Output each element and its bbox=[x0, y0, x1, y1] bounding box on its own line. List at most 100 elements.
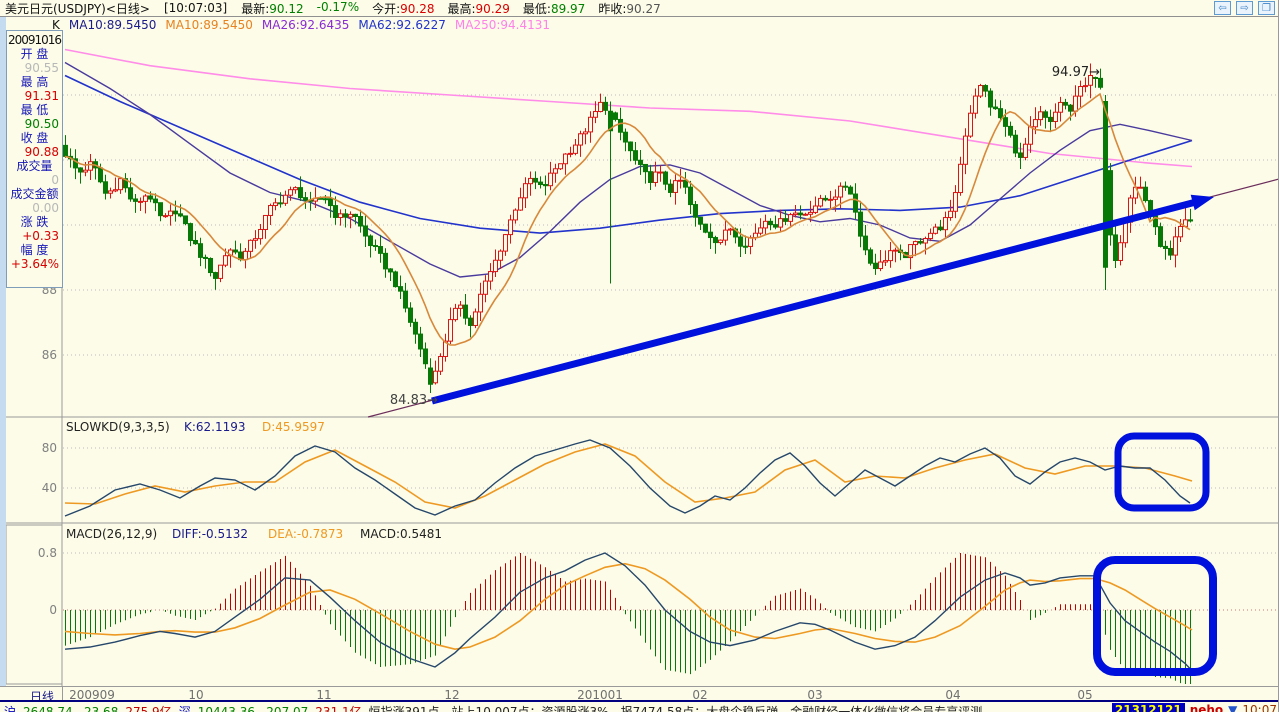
info-row-value: 90.88 bbox=[24, 145, 59, 159]
candle-up bbox=[268, 205, 273, 216]
kd-axis-label: 80 bbox=[42, 441, 57, 455]
candle-down bbox=[368, 235, 373, 247]
restore-window-button[interactable]: ❐ bbox=[1258, 1, 1275, 15]
candle-down bbox=[298, 187, 303, 199]
candle-down bbox=[303, 197, 308, 201]
candle-down bbox=[738, 236, 743, 247]
candle-down bbox=[203, 256, 208, 259]
ohlc-rows: 开 盘 90.55 最 高 91.31 最 低 90.50 收 盘 90.88 成交量 0 成交金额… bbox=[7, 47, 62, 271]
candle-down bbox=[343, 213, 348, 218]
phone-badge: 21312121 bbox=[1111, 703, 1185, 712]
funnel-icon[interactable]: ▼ bbox=[1228, 703, 1237, 712]
candle-up bbox=[523, 183, 528, 199]
info-row-label: 成交量 bbox=[16, 159, 53, 173]
candle-up bbox=[438, 356, 443, 372]
candle-up bbox=[883, 260, 888, 263]
macd-diff-value: DIFF:-0.5132 bbox=[172, 527, 248, 541]
restore-window-icon: ❐ bbox=[1262, 3, 1271, 14]
info-row-value: 90.55 bbox=[24, 61, 59, 75]
candle-up bbox=[943, 217, 948, 231]
candle-up bbox=[878, 261, 883, 270]
candle-up bbox=[493, 259, 498, 273]
candle-down bbox=[408, 307, 413, 323]
candle-up bbox=[473, 311, 478, 326]
candle-down bbox=[1103, 101, 1108, 268]
candle-up bbox=[448, 319, 453, 342]
slowkd-d-value: D:45.9597 bbox=[262, 420, 325, 434]
candle-up bbox=[563, 153, 568, 165]
info-row-value: 91.31 bbox=[24, 89, 59, 103]
candle-down bbox=[873, 262, 878, 270]
info-row-value: 0 bbox=[51, 173, 59, 187]
candle-down bbox=[983, 85, 988, 92]
macd-axis-label: 0 bbox=[49, 603, 57, 617]
candle-down bbox=[468, 317, 473, 326]
candle-up bbox=[508, 219, 513, 236]
candle-down bbox=[863, 235, 868, 251]
candle-up bbox=[833, 196, 838, 200]
info-row-label: 最 高 bbox=[20, 75, 49, 89]
candle-up bbox=[588, 116, 593, 133]
macd-name: MACD(26,12,9) bbox=[66, 527, 157, 541]
candle-up bbox=[253, 238, 258, 241]
brand-logo: neho bbox=[1189, 703, 1224, 712]
candle-up bbox=[723, 229, 728, 241]
candle-down bbox=[1008, 125, 1013, 136]
candle-down bbox=[213, 272, 218, 279]
candle-down bbox=[688, 186, 693, 206]
ticker-segment: 深 bbox=[178, 705, 191, 712]
prev-chart-button[interactable]: ⇦ bbox=[1214, 1, 1231, 15]
candle-up bbox=[83, 169, 88, 173]
slowkd-name: SLOWKD(9,3,3,5) bbox=[66, 420, 170, 434]
ma-legend-item: MA250:94.4131 bbox=[454, 18, 551, 32]
candle-up bbox=[548, 172, 553, 187]
candle-down bbox=[853, 193, 858, 213]
candle-up bbox=[138, 200, 143, 203]
candle-up bbox=[1078, 86, 1083, 97]
candle-down bbox=[1158, 226, 1163, 247]
candle-up bbox=[593, 111, 598, 118]
candle-up bbox=[748, 237, 753, 247]
next-chart-button[interactable]: ⇨ bbox=[1236, 1, 1253, 15]
candle-up bbox=[978, 85, 983, 97]
slowkd-k-value: K:62.1193 bbox=[184, 420, 246, 434]
ticker-segment: 恒指涨391点，站上10,007点；资源股涨3%，报7474.58点；大盘企稳反… bbox=[368, 705, 983, 712]
candle-down bbox=[743, 245, 748, 248]
candle-up bbox=[498, 250, 503, 261]
candle-down bbox=[98, 167, 103, 183]
candle-up bbox=[678, 179, 683, 182]
candle-up bbox=[913, 241, 918, 246]
candle-down bbox=[183, 215, 188, 225]
candle-down bbox=[858, 211, 863, 237]
candle-down bbox=[628, 141, 633, 152]
candle-down bbox=[613, 112, 618, 120]
candle-down bbox=[333, 205, 338, 218]
candle-down bbox=[1013, 134, 1018, 154]
candle-up bbox=[1118, 242, 1123, 261]
candle-down bbox=[198, 243, 203, 258]
candle-down bbox=[323, 198, 328, 201]
ma-legend-item: MA10:89.5450 bbox=[165, 18, 253, 32]
candle-up bbox=[113, 189, 118, 192]
ma-legend-item: MA26:92.6435 bbox=[261, 18, 350, 32]
candle-up bbox=[1033, 119, 1038, 128]
candle-up bbox=[513, 209, 518, 221]
candle-up bbox=[223, 255, 228, 266]
candle-down bbox=[153, 198, 158, 204]
candle-down bbox=[643, 163, 648, 173]
candle-down bbox=[703, 223, 708, 233]
candle-up bbox=[453, 307, 458, 321]
selected-date: 20091016 bbox=[7, 33, 62, 47]
info-row-label: 开 盘 bbox=[20, 47, 49, 61]
slowkd-d-line bbox=[64, 443, 1193, 509]
candle-up bbox=[293, 187, 298, 191]
ticker-segment: 275.9亿 bbox=[125, 705, 172, 712]
candle-down bbox=[378, 246, 383, 254]
candle-up bbox=[1053, 111, 1058, 122]
candle-down bbox=[148, 195, 153, 200]
candle-up bbox=[108, 190, 113, 194]
candle-down bbox=[423, 348, 428, 365]
candle-down bbox=[78, 167, 83, 173]
macd-axis-label: 0.8 bbox=[38, 546, 57, 560]
ticker-segment: 10443.36 bbox=[197, 705, 255, 712]
